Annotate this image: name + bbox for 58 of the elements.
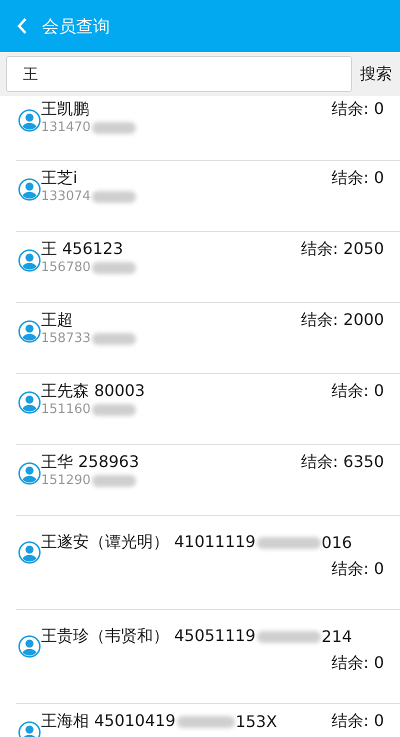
member-name: 214 (322, 627, 352, 646)
balance-text: 结余: 0 (331, 653, 384, 674)
redaction-blur (92, 262, 136, 274)
avatar-icon (18, 109, 41, 132)
avatar-icon (18, 391, 41, 414)
phone-number: 151290 (41, 473, 91, 488)
balance-text: 结余: 2000 (300, 310, 384, 331)
redaction-blur (92, 474, 136, 486)
balance-text: 结余: 0 (331, 99, 384, 120)
member-row[interactable]: 王芝i 结余: 0 133074 (16, 161, 400, 232)
member-row[interactable]: 王遂安（谭光明） 41011119 016 结余: 0 (16, 516, 400, 610)
member-row[interactable]: 王华 258963 结余: 6350 151290 (16, 445, 400, 516)
balance-text: 结余: 0 (331, 711, 384, 732)
member-name: 王海相 45010419 (41, 711, 176, 732)
phone-number: 133074 (41, 189, 91, 204)
member-row[interactable]: 王海相 45010419 153X 结余: 0 (16, 704, 400, 737)
avatar-icon (18, 178, 41, 201)
member-name: 王 456123 (41, 239, 124, 260)
member-name: 王凯鹏 (41, 99, 89, 120)
search-field[interactable]: 王 (6, 56, 352, 92)
redaction-blur (176, 716, 235, 728)
search-button[interactable]: 搜索 (358, 64, 394, 84)
member-row[interactable]: 王超 结余: 2000 158733 (16, 303, 400, 374)
member-name: 王遂安（谭光明） 41011119 (41, 532, 256, 553)
balance-text: 结余: 0 (331, 168, 384, 189)
member-name: 016 (322, 533, 352, 552)
balance-text: 结余: 0 (331, 559, 384, 580)
member-row[interactable]: 王贵珍（韦贤和） 45051119 214 结余: 0 (16, 610, 400, 704)
member-name: 王先森 80003 (41, 381, 145, 402)
member-name: 153X (236, 712, 278, 731)
phone-number: 151160 (41, 402, 91, 417)
phone-number: 156780 (41, 260, 91, 275)
avatar-icon (18, 635, 41, 658)
member-row[interactable]: 王凯鹏 结余: 0 131470 (16, 96, 400, 161)
phone-number: 131470 (41, 120, 91, 135)
member-row[interactable]: 王先森 80003 结余: 0 151160 (16, 374, 400, 445)
avatar-icon (18, 249, 41, 272)
avatar-icon (18, 462, 41, 485)
redaction-blur (92, 190, 136, 202)
redaction-blur (92, 404, 136, 416)
balance-text: 结余: 6350 (300, 452, 384, 473)
back-icon (16, 17, 28, 35)
phone-number: 158733 (41, 331, 91, 346)
member-name: 王超 (41, 310, 73, 331)
avatar-icon (18, 320, 41, 343)
balance-text: 结余: 2050 (300, 239, 384, 260)
redaction-blur (256, 630, 321, 642)
member-name: 王贵珍（韦贤和） 45051119 (41, 626, 256, 647)
page-title: 会员查询 (42, 16, 110, 38)
member-row[interactable]: 王 456123 结余: 2050 156780 (16, 232, 400, 303)
member-name: 王华 258963 (41, 452, 140, 473)
avatar-icon (18, 541, 41, 564)
member-name: 王芝i (41, 168, 78, 189)
redaction-blur (256, 536, 321, 548)
redaction-blur (92, 122, 136, 134)
back-button[interactable] (16, 17, 28, 35)
balance-text: 结余: 0 (331, 381, 384, 402)
redaction-blur (92, 332, 136, 344)
